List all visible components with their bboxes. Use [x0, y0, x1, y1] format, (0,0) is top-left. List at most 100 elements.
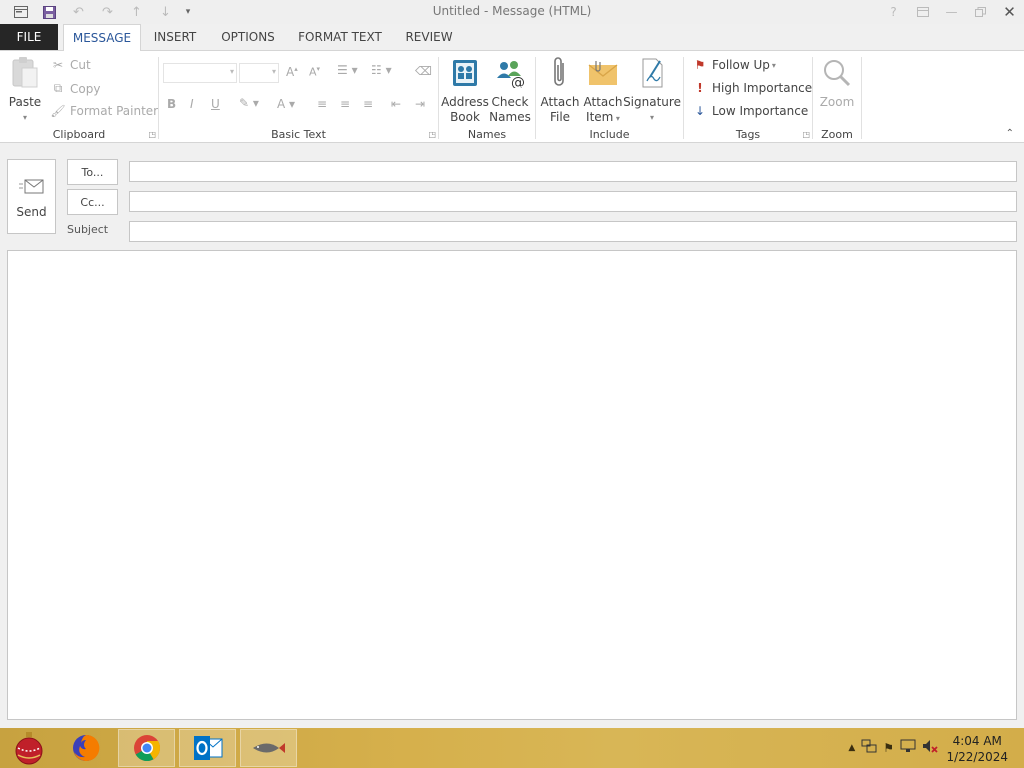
help-icon[interactable]: ? [879, 0, 908, 24]
svg-text:@: @ [511, 75, 525, 88]
clock[interactable]: 4:04 AM 1/22/2024 [946, 733, 1008, 765]
ribbon: Paste ▾ ✂ Cut ⧉ Copy 🖌 Format Painter Cl… [0, 50, 1024, 143]
attach-item-label-2: Item [586, 110, 614, 124]
numbering-icon[interactable]: ☷ ▾ [371, 63, 392, 77]
ribbon-tabs: FILE MESSAGE INSERT OPTIONS FORMAT TEXT … [0, 24, 1024, 51]
italic-button[interactable]: I [190, 97, 194, 111]
font-name-combo[interactable]: ▾ [163, 63, 237, 83]
decrease-indent-icon[interactable]: ⇤ [391, 97, 401, 111]
high-importance-button[interactable]: ! High Importance [692, 81, 812, 95]
message-body[interactable] [7, 250, 1017, 720]
signature-button[interactable]: Signature ▾ [623, 55, 681, 125]
to-button[interactable]: To... [67, 159, 118, 185]
start-ornament-icon[interactable] [0, 729, 57, 767]
address-book-button[interactable]: Address Book [441, 55, 489, 125]
firefox-icon[interactable] [57, 729, 114, 767]
attach-file-label-2: File [549, 110, 571, 124]
shrink-font-icon[interactable]: A▾ [309, 65, 320, 79]
align-center-icon[interactable]: ≡ [340, 97, 350, 111]
font-color-button[interactable]: A ▾ [277, 97, 295, 111]
clipboard-dialog-launcher-icon[interactable]: ◳ [148, 130, 156, 139]
group-divider [861, 57, 862, 139]
align-left-icon[interactable]: ≡ [317, 97, 327, 111]
increase-indent-icon[interactable]: ⇥ [415, 97, 425, 111]
underline-button[interactable]: U [211, 97, 220, 111]
check-names-icon: @ [494, 55, 526, 91]
fish-app-icon[interactable] [240, 729, 297, 767]
minimize-icon[interactable]: — [937, 0, 966, 24]
attach-item-button[interactable]: Attach Item ▾ [582, 55, 624, 126]
copy-icon: ⧉ [53, 81, 63, 95]
send-button[interactable]: Send [7, 159, 56, 234]
subject-field[interactable] [129, 221, 1017, 242]
title-bar: ↶ ↷ ↑ ↓ ▾ Untitled - Message (HTML) ? — … [0, 0, 1024, 24]
volume-muted-icon[interactable] [922, 739, 938, 756]
close-icon[interactable]: ✕ [995, 0, 1024, 24]
basic-text-group-label: Basic Text [271, 128, 326, 141]
copy-button[interactable]: ⧉ Copy [50, 81, 101, 96]
copy-label: Copy [70, 81, 101, 96]
font-size-combo[interactable]: ▾ [239, 63, 279, 83]
attach-item-dropdown-icon: ▾ [613, 114, 620, 123]
action-center-flag-icon[interactable]: ⚑ [883, 741, 894, 755]
show-hidden-icons-icon[interactable]: ▲ [848, 743, 855, 753]
paste-button[interactable]: Paste ▾ [6, 55, 44, 125]
window-controls: ? — ✕ [879, 0, 1024, 24]
follow-up-button[interactable]: ⚑ Follow Up ▾ [692, 58, 776, 72]
network-device-icon[interactable] [861, 739, 877, 756]
tags-dialog-launcher-icon[interactable]: ◳ [802, 130, 810, 139]
clipboard-group-label: Clipboard [52, 128, 106, 141]
names-group-label: Names [467, 128, 507, 141]
window-title: Untitled - Message (HTML) [432, 4, 592, 18]
tab-review[interactable]: REVIEW [398, 24, 460, 50]
restore-icon[interactable] [966, 0, 995, 24]
basic-text-group: ▾ ▾ A▴ A▾ ☰ ▾ ☷ ▾ ⌫ B I U ✎ ▾ A ▾ ≡ ≡ ≡ … [159, 55, 438, 141]
tab-format-text[interactable]: FORMAT TEXT [292, 24, 388, 50]
format-painter-button[interactable]: 🖌 Format Painter [50, 104, 158, 118]
paperclip-icon [544, 55, 576, 91]
tab-options[interactable]: OPTIONS [214, 24, 282, 50]
tab-file[interactable]: FILE [0, 24, 58, 50]
paste-dropdown-arrow-icon[interactable]: ▾ [23, 110, 27, 125]
chrome-icon[interactable] [118, 729, 175, 767]
outlook-message-window: ↶ ↷ ↑ ↓ ▾ Untitled - Message (HTML) ? — … [0, 0, 1024, 728]
basic-text-dialog-launcher-icon[interactable]: ◳ [428, 130, 436, 139]
align-right-icon[interactable]: ≡ [363, 97, 373, 111]
clipboard-group: Paste ▾ ✂ Cut ⧉ Copy 🖌 Format Painter Cl… [0, 55, 158, 141]
high-importance-label: High Importance [712, 81, 813, 95]
check-names-label-2: Names [489, 110, 531, 124]
bold-button[interactable]: B [167, 97, 176, 111]
tab-message[interactable]: MESSAGE [63, 24, 141, 51]
address-book-label-2: Book [450, 110, 480, 124]
tags-group: ⚑ Follow Up ▾ ! High Importance ↓ Low Im… [684, 55, 813, 141]
low-importance-button[interactable]: ↓ Low Importance [692, 104, 808, 118]
cc-button[interactable]: Cc... [67, 189, 118, 215]
names-group: Address Book @ Check Names Names [439, 55, 535, 141]
bullets-icon[interactable]: ☰ ▾ [337, 63, 358, 77]
attach-file-button[interactable]: Attach File [540, 55, 580, 125]
tags-group-label: Tags [735, 128, 761, 141]
zoom-label: Zoom [819, 95, 855, 109]
signature-dropdown-icon: ▾ [649, 113, 654, 122]
zoom-group-label: Zoom [821, 128, 853, 141]
highlight-icon[interactable]: ✎ ▾ [239, 96, 259, 110]
clipboard-icon [9, 55, 41, 91]
zoom-button[interactable]: Zoom [817, 55, 857, 110]
collapse-ribbon-icon[interactable]: ⌃ [1006, 128, 1014, 139]
system-tray: ▲ ⚑ [848, 739, 938, 756]
include-group-label: Include [589, 128, 630, 141]
grow-font-icon[interactable]: A▴ [286, 65, 298, 79]
cut-button[interactable]: ✂ Cut [50, 58, 91, 72]
down-arrow-icon: ↓ [694, 104, 706, 118]
ribbon-display-options-icon[interactable] [908, 0, 937, 24]
attach-item-label-2-row: Item ▾ [586, 110, 620, 126]
paintbrush-icon: 🖌 [50, 104, 66, 118]
network-icon[interactable] [900, 739, 916, 756]
signature-label: Signature [623, 95, 681, 109]
outlook-icon[interactable] [179, 729, 236, 767]
clear-formatting-icon[interactable]: ⌫ [415, 64, 432, 78]
to-field[interactable] [129, 161, 1017, 182]
cc-field[interactable] [129, 191, 1017, 212]
check-names-button[interactable]: @ Check Names [488, 55, 532, 125]
tab-insert[interactable]: INSERT [146, 24, 204, 50]
